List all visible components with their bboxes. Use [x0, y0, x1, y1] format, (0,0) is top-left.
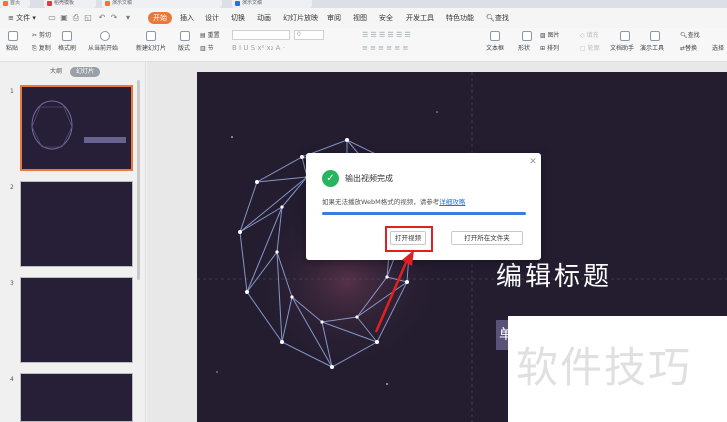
menu-item-view[interactable]: 视图: [353, 12, 367, 24]
menu-item-transition[interactable]: 切换: [231, 12, 245, 24]
file-menu[interactable]: ≡ 文件 ▾: [8, 12, 36, 24]
reset-button[interactable]: ▤ 重置: [200, 31, 220, 40]
outline-button[interactable]: ▢ 轮廓: [580, 44, 600, 53]
cut-button[interactable]: ✂ 剪切: [32, 31, 51, 40]
fill-button[interactable]: ◇ 填充: [580, 31, 599, 40]
copy-button[interactable]: ⎘ 复制: [32, 44, 51, 53]
find-button[interactable]: 🔍︎查找: [680, 31, 700, 40]
dialog-title: 输出视频完成: [345, 174, 393, 183]
font-format-icons[interactable]: B I U S x² x₂ A ·: [232, 44, 285, 53]
font-name-input[interactable]: [232, 30, 290, 40]
paste-button[interactable]: 粘贴: [6, 44, 18, 53]
docer-icon: [47, 1, 52, 6]
font-size-input[interactable]: 0: [294, 30, 324, 40]
shape-icon[interactable]: [522, 31, 532, 41]
doc-helper-button[interactable]: 文档助手: [610, 44, 634, 53]
slide-number: 2: [10, 184, 14, 191]
menu-search[interactable]: 🔍︎查找: [486, 12, 509, 24]
home-icon: [3, 1, 8, 6]
more-icon[interactable]: ▾: [124, 14, 132, 22]
select-button[interactable]: 选择: [712, 44, 724, 53]
menu-item-developer[interactable]: 开发工具: [406, 12, 434, 24]
slide-thumbnail-4[interactable]: [20, 373, 133, 422]
slide-number: 3: [10, 280, 14, 287]
menu-item-security[interactable]: 安全: [379, 12, 393, 24]
close-icon[interactable]: ✕: [529, 158, 537, 167]
search-icon: 🔍︎: [486, 14, 495, 22]
check-icon: ✓: [322, 170, 339, 187]
menu-bar: ≡ 文件 ▾ ▭ ▣ ⎙ ◱ ↶ ↷ ▾ 开始 插入 设计 切换 动画 幻灯片放…: [0, 8, 727, 28]
menu-item-start[interactable]: 开始: [148, 12, 172, 24]
presenter-button[interactable]: 演示工具: [640, 44, 664, 53]
new-slide-button[interactable]: 新建幻灯片: [136, 44, 166, 53]
undo-icon[interactable]: ↶: [98, 14, 106, 22]
align-icons[interactable]: ≡ ≡ ≡ ≡ ≡ ≡: [362, 44, 408, 53]
new-slide-icon[interactable]: [146, 31, 156, 41]
play-icon[interactable]: [100, 31, 110, 41]
panel-scrollbar[interactable]: [137, 80, 140, 280]
picture-button[interactable]: ▨ 图片: [540, 31, 560, 40]
tab-presentation-1[interactable]: 演示文稿: [102, 0, 222, 8]
doc-icon: [235, 1, 240, 6]
slide-title[interactable]: 编辑标题: [496, 256, 612, 293]
print-icon[interactable]: ⎙: [72, 14, 80, 22]
menu-item-insert[interactable]: 插入: [180, 12, 194, 24]
layout-button[interactable]: 版式: [178, 44, 190, 53]
from-current-button[interactable]: 从当前开始: [88, 44, 118, 53]
layout-icon[interactable]: [180, 31, 190, 41]
section-button[interactable]: ▥ 节: [200, 44, 214, 53]
menu-item-slideshow[interactable]: 幻灯片放映: [283, 12, 318, 24]
paste-icon[interactable]: [8, 31, 18, 41]
guide-link[interactable]: 详细攻略: [439, 198, 465, 206]
shape-button[interactable]: 形状: [518, 44, 530, 53]
dialog-message: 如果无法播放WebM格式的视频，请参考详细攻略: [322, 198, 466, 206]
slide-thumbnail-2[interactable]: [20, 181, 133, 267]
tab-docer[interactable]: 稻壳模板: [44, 0, 96, 8]
tab-outline[interactable]: 大纲: [44, 67, 68, 77]
watermark-text: 软件技巧: [516, 343, 693, 392]
slide-panel: 大纲 幻灯片 1 2 3 4: [0, 62, 146, 422]
save-icon[interactable]: ▣: [60, 14, 68, 22]
format-painter-button[interactable]: 格式刷: [58, 44, 76, 53]
export-progress-bar: [322, 212, 526, 215]
slide-number: 4: [10, 376, 14, 383]
open-folder-icon[interactable]: ▭: [48, 14, 56, 22]
preview-icon[interactable]: ◱: [84, 14, 92, 22]
redo-icon[interactable]: ↷: [110, 14, 118, 22]
menu-item-animation[interactable]: 动画: [257, 12, 271, 24]
slide-thumbnail-1[interactable]: [20, 85, 133, 171]
open-folder-button[interactable]: 打开所在文件夹: [451, 231, 523, 245]
menu-item-review[interactable]: 审阅: [327, 12, 341, 24]
tab-slides[interactable]: 幻灯片: [70, 67, 101, 77]
thumbnail-graphic: [31, 100, 126, 150]
tab-home[interactable]: 首页: [0, 0, 30, 8]
arrange-button[interactable]: ⊞ 排列: [540, 44, 559, 53]
doc-helper-icon[interactable]: [620, 31, 630, 41]
menu-item-design[interactable]: 设计: [205, 12, 219, 24]
textbox-button[interactable]: 文本框: [486, 44, 504, 53]
menu-item-features[interactable]: 特色功能: [446, 12, 474, 24]
annotation-arrow: [374, 250, 414, 333]
tab-presentation-2[interactable]: 演示文稿: [232, 0, 312, 8]
ribbon-toolbar: 粘贴 ✂ 剪切 ⎘ 复制 格式刷 从当前开始 新建幻灯片 版式 ▤ 重置 ▥ 节…: [0, 28, 727, 62]
title-tab-strip: 首页 稻壳模板 演示文稿 演示文稿: [0, 0, 727, 8]
format-painter-icon[interactable]: [62, 31, 72, 41]
ppt-icon: [105, 1, 110, 6]
presenter-icon[interactable]: [650, 31, 660, 41]
paragraph-icons[interactable]: ☰ ☰ ☰ ☰ ☰ ☰: [362, 31, 411, 40]
replace-button[interactable]: ⇄替换: [680, 44, 697, 53]
slide-thumbnail-3[interactable]: [20, 277, 133, 363]
textbox-icon[interactable]: [490, 31, 500, 41]
slide-number: 1: [10, 88, 14, 95]
